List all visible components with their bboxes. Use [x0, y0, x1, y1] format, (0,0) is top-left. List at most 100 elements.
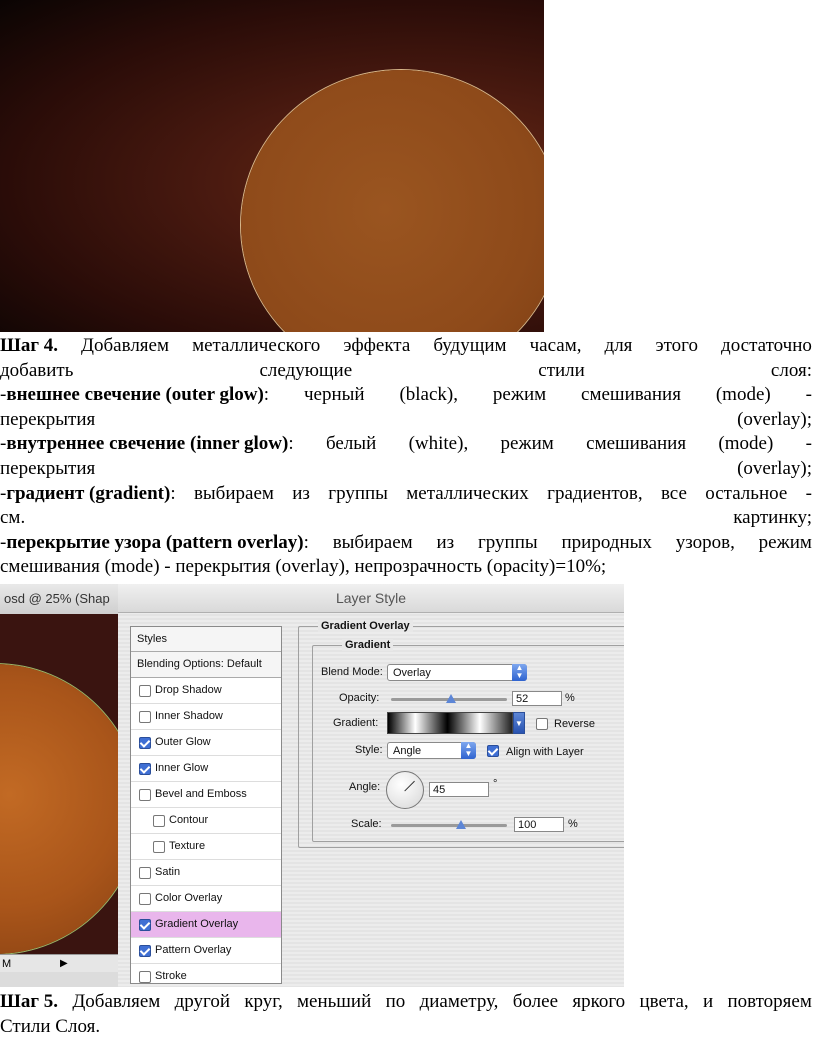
gradient-preview[interactable]	[387, 712, 513, 734]
word: (overlay);	[737, 457, 812, 479]
style-value: Angle	[393, 745, 422, 757]
word: черный	[303, 384, 365, 406]
word: -	[805, 433, 812, 455]
styles-header[interactable]: Styles	[131, 627, 281, 652]
word: остальное	[705, 482, 788, 504]
word: и	[702, 991, 714, 1012]
style-checkbox[interactable]	[139, 684, 151, 697]
play-arrow-icon[interactable]: ▶	[60, 955, 68, 973]
word: слоя:	[770, 359, 812, 381]
opacity-slider-thumb[interactable]	[446, 694, 457, 703]
item-head: -перекрытие узора (pattern overlay):	[0, 531, 309, 553]
style-item-label: Inner Shadow	[155, 710, 223, 722]
style-item-bevel-and-emboss[interactable]: Bevel and Emboss	[131, 782, 281, 808]
align-with-layer-label: Align with Layer	[506, 746, 584, 758]
blend-mode-label: Blend Mode:	[321, 666, 383, 678]
word: (black),	[399, 384, 458, 406]
scale-label: Scale:	[351, 818, 382, 830]
scale-slider[interactable]	[391, 824, 507, 827]
opacity-input[interactable]: 52	[512, 691, 562, 706]
word: группы	[478, 531, 538, 553]
style-checkbox[interactable]	[139, 710, 151, 723]
word: перекрытия	[0, 408, 96, 430]
gradient-dropdown-icon[interactable]: ▼	[513, 712, 525, 734]
word: круг,	[244, 991, 283, 1012]
reverse-checkbox[interactable]	[536, 718, 548, 730]
step4-item-pattern-overlay-cont: смешивания (mode) - перекрытия (overlay)…	[0, 556, 607, 578]
word: более	[512, 991, 559, 1012]
angle-dial[interactable]	[386, 771, 424, 809]
style-item-label: Inner Glow	[155, 762, 209, 774]
word: смешивания	[586, 433, 687, 455]
style-item-satin[interactable]: Satin	[131, 860, 281, 886]
word: (mode)	[718, 433, 774, 455]
style-item-label: Drop Shadow	[155, 684, 222, 696]
word: (overlay);	[737, 408, 812, 430]
style-item-inner-glow[interactable]: Inner Glow	[131, 756, 281, 782]
style-item-outer-glow[interactable]: Outer Glow	[131, 730, 281, 756]
style-item-stroke[interactable]: Stroke	[131, 964, 281, 987]
blending-options-item[interactable]: Blending Options: Default	[131, 652, 281, 678]
word: белый	[325, 433, 377, 455]
step-label: Шаг 4.	[0, 335, 58, 356]
style-checkbox[interactable]	[153, 814, 165, 827]
word: добавить	[0, 359, 74, 381]
style-checkbox[interactable]	[139, 866, 151, 879]
word: яркого	[572, 991, 626, 1012]
style-item-label: Pattern Overlay	[155, 944, 232, 956]
reverse-label: Reverse	[554, 718, 595, 730]
style-checkbox[interactable]	[139, 762, 151, 775]
word: металлических	[406, 482, 529, 504]
style-checkbox[interactable]	[139, 892, 151, 905]
style-select[interactable]: Angle ▲ ▼	[387, 742, 476, 759]
style-item-texture[interactable]: Texture	[131, 834, 281, 860]
item-head: -градиент (gradient):	[0, 482, 176, 504]
word: все	[660, 482, 687, 504]
word: -	[805, 482, 812, 504]
word: градиентов,	[547, 482, 643, 504]
chevron-updown-icon: ▲ ▼	[461, 742, 476, 759]
word: см.	[0, 507, 26, 529]
word: Добавляем	[81, 335, 170, 356]
style-checkbox[interactable]	[139, 736, 151, 749]
angle-input[interactable]: 45	[429, 782, 489, 797]
step4-item-inner-glow-cont: перекрытия (overlay);	[0, 457, 812, 482]
document-title: osd @ 25% (Shap	[0, 584, 134, 614]
scale-input[interactable]: 100	[514, 817, 564, 832]
step4-item-gradient-cont: см. картинку;	[0, 506, 812, 531]
word: часам,	[529, 335, 582, 356]
horizontal-scrollbar[interactable]	[0, 972, 130, 987]
style-checkbox[interactable]	[153, 840, 165, 853]
style-checkbox[interactable]	[139, 970, 151, 983]
bold-term: градиент (gradient)	[6, 482, 171, 504]
style-item-color-overlay[interactable]: Color Overlay	[131, 886, 281, 912]
style-checkbox[interactable]	[139, 788, 151, 801]
word: достаточно	[721, 335, 812, 356]
style-item-label: Bevel and Emboss	[155, 788, 247, 800]
blend-mode-select[interactable]: Overlay ▲ ▼	[387, 664, 527, 681]
style-item-label: Texture	[169, 840, 206, 852]
step4-item-inner-glow: -внутреннее свечение (inner glow): белый (…	[0, 432, 812, 457]
style-item-label: Satin	[155, 866, 181, 878]
style-label: Style:	[355, 744, 383, 756]
gradient-overlay-title: Gradient Overlay	[318, 620, 413, 632]
style-checkbox[interactable]	[139, 918, 151, 931]
step4-paragraph: Шаг 4. Добавляем металлического эффекта буду…	[0, 334, 812, 580]
word: диаметру,	[419, 991, 499, 1012]
top-illustration	[0, 0, 544, 332]
chevron-updown-icon: ▲ ▼	[512, 664, 527, 681]
scale-slider-thumb[interactable]	[456, 820, 466, 829]
word: выбираем	[193, 482, 274, 504]
word: режим	[758, 531, 812, 553]
style-item-drop-shadow[interactable]: Drop Shadow	[131, 678, 281, 704]
step5-line2: Стили Слоя.	[0, 1015, 101, 1037]
style-item-inner-shadow[interactable]: Inner Shadow	[131, 704, 281, 730]
style-item-gradient-overlay[interactable]: Gradient Overlay	[131, 912, 281, 938]
style-checkbox[interactable]	[139, 944, 151, 957]
word: эффекта	[343, 335, 411, 356]
gradient-label: Gradient:	[333, 717, 379, 729]
style-item-contour[interactable]: Contour	[131, 808, 281, 834]
word: Добавляем	[72, 991, 161, 1012]
style-item-pattern-overlay[interactable]: Pattern Overlay	[131, 938, 281, 964]
align-with-layer-checkbox[interactable]	[487, 745, 499, 757]
